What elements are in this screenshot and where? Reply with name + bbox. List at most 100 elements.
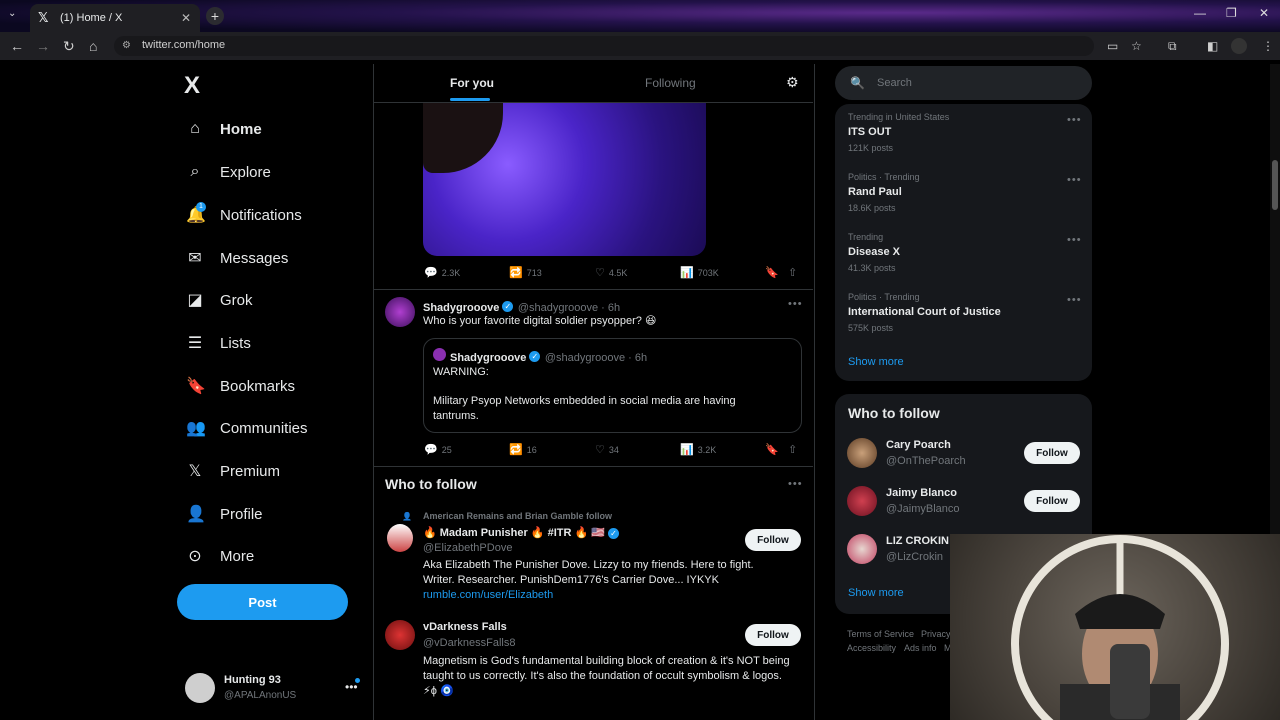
post-button[interactable]: Post (177, 584, 348, 620)
tweet-more-icon[interactable]: ••• (788, 298, 803, 310)
follow-avatar[interactable] (847, 438, 877, 468)
views-button[interactable]: 📊 3.2K (680, 443, 716, 456)
follow-avatar[interactable] (847, 486, 877, 516)
suggestion-link[interactable]: rumble.com/user/Elizabeth (423, 588, 553, 603)
account-handle: @APALAnonUS (224, 690, 297, 701)
site-info-icon[interactable]: ⚙ (122, 40, 131, 51)
search-input[interactable] (835, 66, 1092, 100)
suggestion-avatar[interactable] (387, 524, 413, 552)
follow-button[interactable]: Follow (745, 624, 801, 646)
share-button[interactable]: ⇧ (788, 443, 801, 456)
follow-name[interactable]: Cary Poarch (886, 439, 951, 451)
nav-item-premium[interactable]: 𝕏 Premium (186, 456, 280, 486)
retweet-icon: 🔁 (509, 444, 523, 456)
quote-line-1: WARNING: (433, 366, 489, 378)
trend-more-icon[interactable]: ••• (1067, 174, 1082, 186)
reply-button[interactable]: 💬 2.3K (424, 266, 460, 279)
mail-icon: ✉ (188, 250, 202, 267)
side-panel-icon[interactable]: ◧ (1207, 39, 1218, 53)
nav-item-notifications[interactable]: 🔔 1 Notifications (186, 200, 302, 230)
trend-name[interactable]: ITS OUT (848, 126, 891, 138)
tab-following[interactable]: Following (645, 76, 696, 90)
footer-accessibility[interactable]: Accessibility (847, 643, 896, 653)
nav-item-communities[interactable]: 👥 Communities (186, 413, 308, 443)
browser-menu-icon[interactable]: ⋮ (1262, 39, 1274, 53)
footer-ads[interactable]: Ads info (904, 643, 937, 653)
nav-item-label: Communities (220, 419, 308, 437)
nav-item-grok[interactable]: ◪ Grok (186, 285, 252, 315)
retweet-button[interactable]: 🔁 713 (509, 266, 542, 279)
nav-item-messages[interactable]: ✉ Messages (186, 243, 288, 273)
forward-icon[interactable]: → (36, 38, 50, 54)
chart-icon: 📊 (680, 444, 694, 456)
trend-name[interactable]: Disease X (848, 246, 900, 258)
back-icon[interactable]: ← (10, 38, 24, 54)
trend-more-icon[interactable]: ••• (1067, 114, 1082, 126)
home-browser-icon[interactable]: ⌂ (89, 38, 97, 54)
follow-button[interactable]: Follow (1024, 490, 1080, 512)
quote-author-name: Shadygrooove (450, 352, 527, 364)
tab-list-icon[interactable]: ⌄ (8, 8, 16, 19)
trend-name[interactable]: Rand Paul (848, 186, 902, 198)
nav-item-profile[interactable]: 👤 Profile (186, 499, 263, 529)
tweet-avatar[interactable] (385, 297, 415, 327)
follow-button[interactable]: Follow (745, 529, 801, 551)
suggestion-name-text: 🔥 Madam Punisher 🔥 #ITR 🔥 🇺🇸 (423, 527, 605, 539)
account-name[interactable]: Hunting 93 (224, 674, 281, 686)
suggestion-name[interactable]: 🔥 Madam Punisher 🔥 #ITR 🔥 🇺🇸 ✓ (423, 526, 619, 539)
views-button[interactable]: 📊 703K (680, 266, 719, 279)
close-window-icon[interactable]: ✕ (1259, 6, 1269, 20)
extensions-icon[interactable]: ⧉ (1168, 39, 1177, 54)
gear-icon[interactable]: ⚙ (786, 74, 799, 91)
bookmark-button[interactable]: 🔖 (765, 266, 783, 279)
bookmark-icon: 🔖 (186, 378, 206, 395)
show-more-link[interactable]: Show more (848, 356, 904, 368)
retweet-button[interactable]: 🔁 16 (509, 443, 537, 456)
scrollbar-thumb[interactable] (1272, 160, 1278, 210)
nav-item-more[interactable]: ⊙ More (186, 541, 254, 571)
bookmark-button[interactable]: 🔖 (765, 443, 783, 456)
trend-more-icon[interactable]: ••• (1067, 234, 1082, 246)
close-tab-icon[interactable]: ✕ (178, 11, 194, 25)
account-notification-dot (355, 678, 360, 683)
tweet-author-handle[interactable]: @shadygrooove · 6h (518, 302, 620, 314)
feed-tabs-bar (374, 64, 813, 103)
trend-name[interactable]: International Court of Justice (848, 306, 1001, 318)
share-button[interactable]: ⇧ (788, 266, 801, 279)
nav-item-explore[interactable]: ⌕ Explore (186, 157, 271, 187)
minimize-icon[interactable]: — (1194, 6, 1206, 20)
follow-button[interactable]: Follow (1024, 442, 1080, 464)
search-icon: 🔍 (850, 76, 865, 90)
suggestion-name[interactable]: vDarkness Falls (423, 621, 507, 633)
like-button[interactable]: ♡ 4.5K (595, 266, 627, 279)
reload-icon[interactable]: ↻ (63, 38, 75, 55)
restore-icon[interactable]: ❐ (1226, 6, 1237, 20)
nav-item-bookmarks[interactable]: 🔖 Bookmarks (186, 371, 295, 401)
cast-icon[interactable]: ▭ (1107, 39, 1118, 53)
suggestion-avatar[interactable] (385, 620, 415, 650)
browser-profile-avatar[interactable] (1231, 38, 1247, 54)
bookmark-star-icon[interactable]: ☆ (1131, 39, 1142, 53)
follow-avatar[interactable] (847, 534, 877, 564)
tweet-author-name[interactable]: Shadygrooove (423, 302, 499, 314)
section-more-icon[interactable]: ••• (788, 478, 803, 490)
nav-item-home[interactable]: ⌂ Home (186, 114, 262, 144)
tab-for-you[interactable]: For you (450, 76, 494, 90)
like-button[interactable]: ♡ 34 (595, 443, 619, 456)
footer-terms[interactable]: Terms of Service (847, 629, 914, 639)
nav-item-lists[interactable]: ☰ Lists (186, 328, 251, 358)
trend-more-icon[interactable]: ••• (1067, 294, 1082, 306)
new-tab-button[interactable]: + (206, 7, 224, 25)
follow-name[interactable]: Jaimy Blanco (886, 487, 957, 499)
account-avatar[interactable] (185, 673, 215, 703)
show-more-link[interactable]: Show more (848, 587, 904, 599)
browser-tab[interactable]: 𝕏 (1) Home / X ✕ (30, 4, 200, 32)
x-logo-icon[interactable]: X (184, 72, 200, 100)
trend-context: Trending (848, 232, 884, 242)
share-icon: ⇧ (788, 444, 798, 456)
url-field[interactable]: ⚙ twitter.com/home (114, 36, 1094, 56)
follow-name[interactable]: LIZ CROKIN (886, 535, 949, 547)
reply-button[interactable]: 💬 25 (424, 443, 452, 456)
footer-privacy[interactable]: Privacy (921, 629, 951, 639)
nav-item-label: Profile (220, 505, 263, 523)
